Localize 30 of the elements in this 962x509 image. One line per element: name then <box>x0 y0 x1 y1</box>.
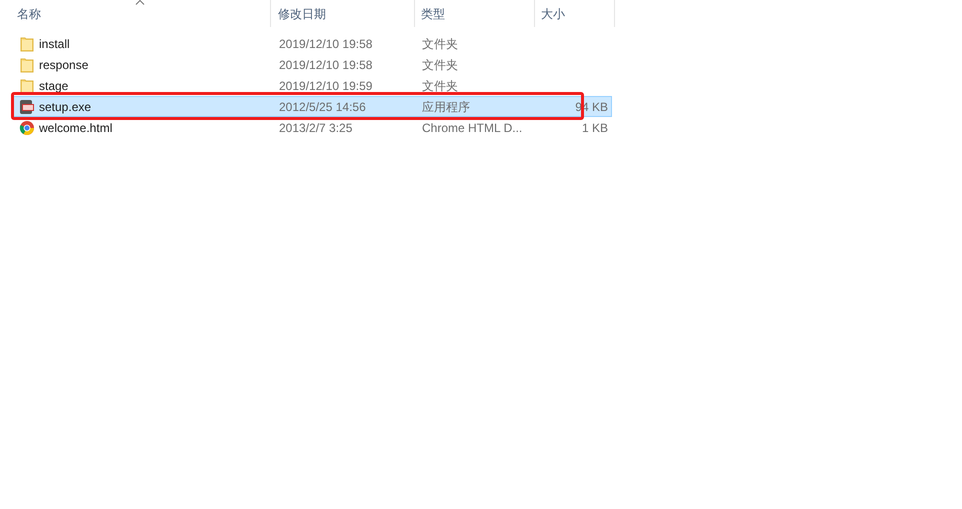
file-row[interactable]: stage 2019/12/10 19:59 文件夹 <box>12 75 612 96</box>
file-type: 文件夹 <box>421 56 459 74</box>
browser-icon <box>19 120 35 136</box>
sort-caret-icon <box>136 0 144 5</box>
modified-date: 2019/12/10 19:58 <box>278 56 374 74</box>
column-header[interactable]: 修改日期 <box>271 0 415 27</box>
folder-icon <box>19 56 35 72</box>
column-header[interactable]: 大小 <box>535 0 615 27</box>
file-type: Chrome HTML D... <box>421 120 524 136</box>
folder-icon <box>19 78 35 94</box>
column-header[interactable]: 类型 <box>415 0 535 27</box>
file-row[interactable]: welcome.html 2013/2/7 3:25 Chrome HTML D... 1 KB <box>12 117 612 138</box>
file-name: setup.exe <box>39 98 92 116</box>
installer-icon <box>19 98 35 114</box>
file-name: response <box>39 56 88 74</box>
file-name: stage <box>39 78 68 94</box>
file-name: welcome.html <box>39 120 112 136</box>
folder-icon <box>19 36 35 52</box>
modified-date: 2012/5/25 14:56 <box>278 98 367 116</box>
column-header[interactable]: 名称 <box>10 0 271 27</box>
file-row[interactable]: install 2019/12/10 19:58 文件夹 <box>12 33 612 54</box>
modified-date: 2019/12/10 19:59 <box>278 78 374 94</box>
file-size: 1 KB <box>582 120 608 136</box>
file-type: 应用程序 <box>421 98 471 116</box>
file-type: 文件夹 <box>421 78 459 94</box>
file-name: install <box>39 36 70 52</box>
modified-date: 2013/2/7 3:25 <box>278 120 354 136</box>
modified-date: 2019/12/10 19:58 <box>278 36 374 52</box>
file-row[interactable]: response 2019/12/10 19:58 文件夹 <box>12 54 612 75</box>
file-type: 文件夹 <box>421 36 459 52</box>
